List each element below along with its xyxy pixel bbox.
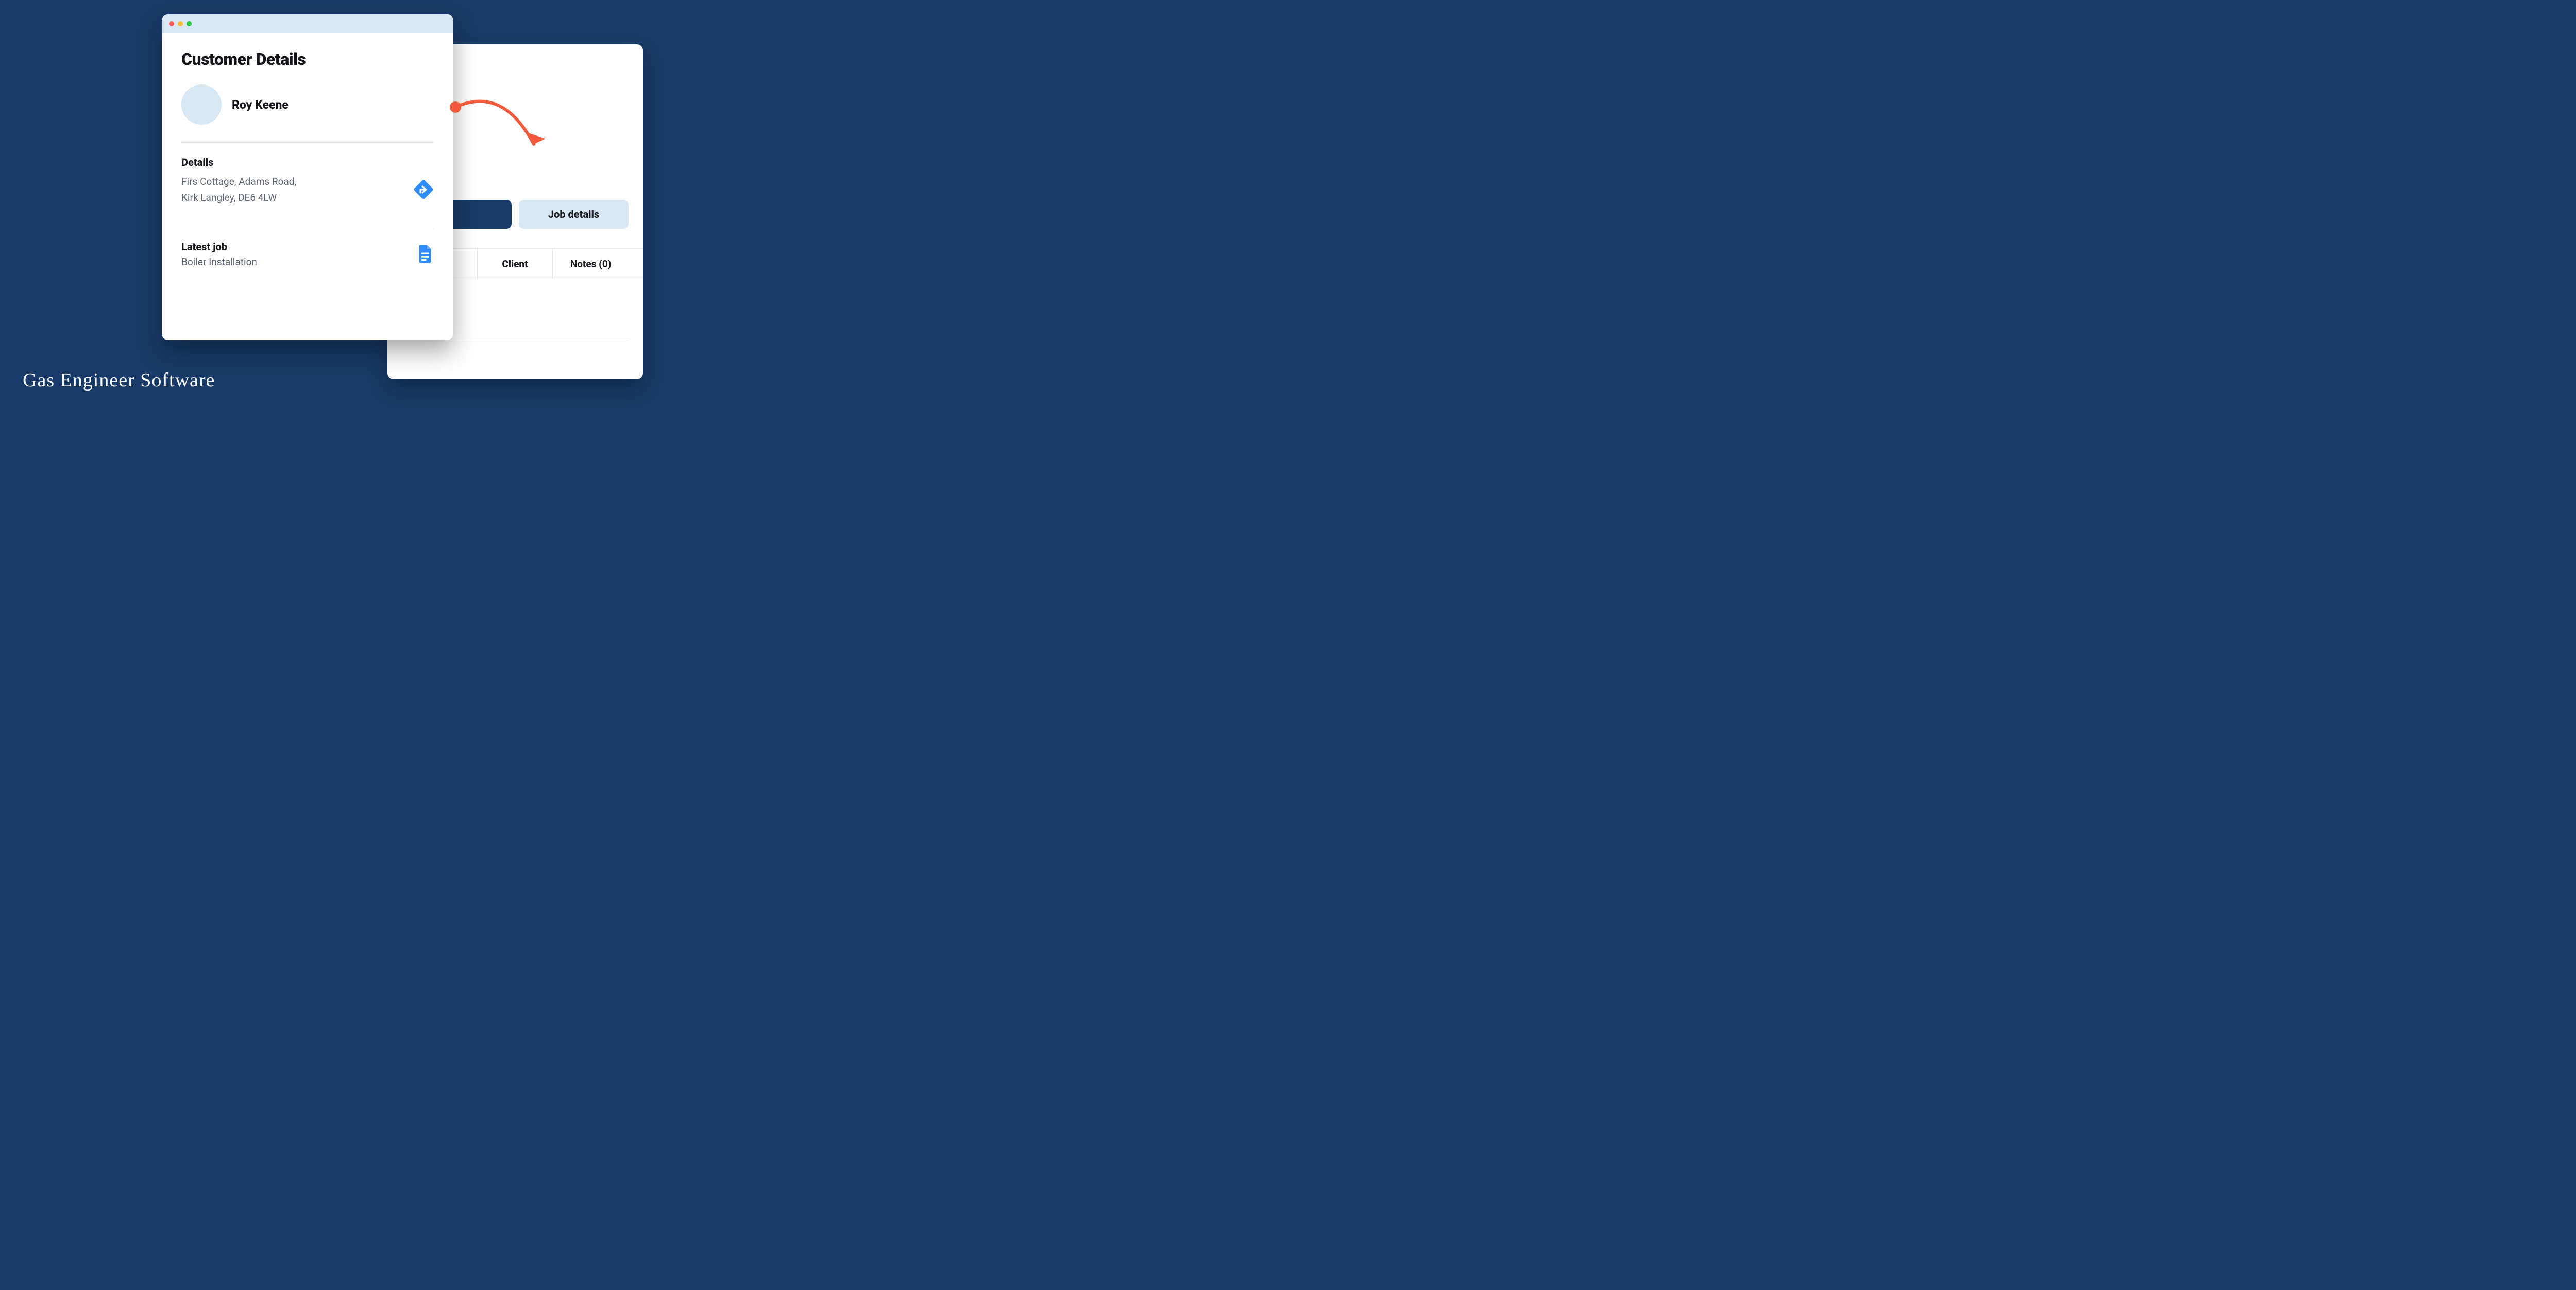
minimize-icon[interactable] bbox=[178, 21, 183, 26]
pill-job-details-label: Job details bbox=[548, 208, 599, 220]
details-label: Details bbox=[181, 156, 434, 168]
window-titlebar bbox=[162, 14, 453, 33]
latest-job-label: Latest job bbox=[181, 241, 257, 253]
brand-wordmark: Gas Engineer Software bbox=[23, 369, 215, 392]
latest-job-value: Boiler Installation bbox=[181, 256, 257, 268]
tab-notes-label: Notes (0) bbox=[570, 258, 612, 270]
maximize-icon[interactable] bbox=[187, 21, 192, 26]
tab-client[interactable]: Client bbox=[478, 249, 553, 279]
tab-client-label: Client bbox=[502, 258, 528, 270]
page-title: Customer Details bbox=[181, 49, 434, 69]
avatar bbox=[181, 84, 222, 125]
close-icon[interactable] bbox=[169, 21, 174, 26]
address-line-1: Firs Cottage, Adams Road, bbox=[181, 174, 296, 190]
pill-job-details[interactable]: Job details bbox=[519, 200, 629, 229]
divider bbox=[181, 142, 434, 143]
directions-icon[interactable] bbox=[413, 179, 434, 200]
customer-header: Roy Keene bbox=[181, 84, 434, 125]
document-icon[interactable] bbox=[416, 244, 434, 264]
address: Firs Cottage, Adams Road, Kirk Langley, … bbox=[181, 174, 296, 206]
customer-details-window: Customer Details Roy Keene Details Firs … bbox=[162, 14, 453, 340]
tab-notes[interactable]: Notes (0) bbox=[553, 249, 629, 279]
customer-name: Roy Keene bbox=[232, 98, 289, 112]
address-line-2: Kirk Langley, DE6 4LW bbox=[181, 190, 296, 206]
